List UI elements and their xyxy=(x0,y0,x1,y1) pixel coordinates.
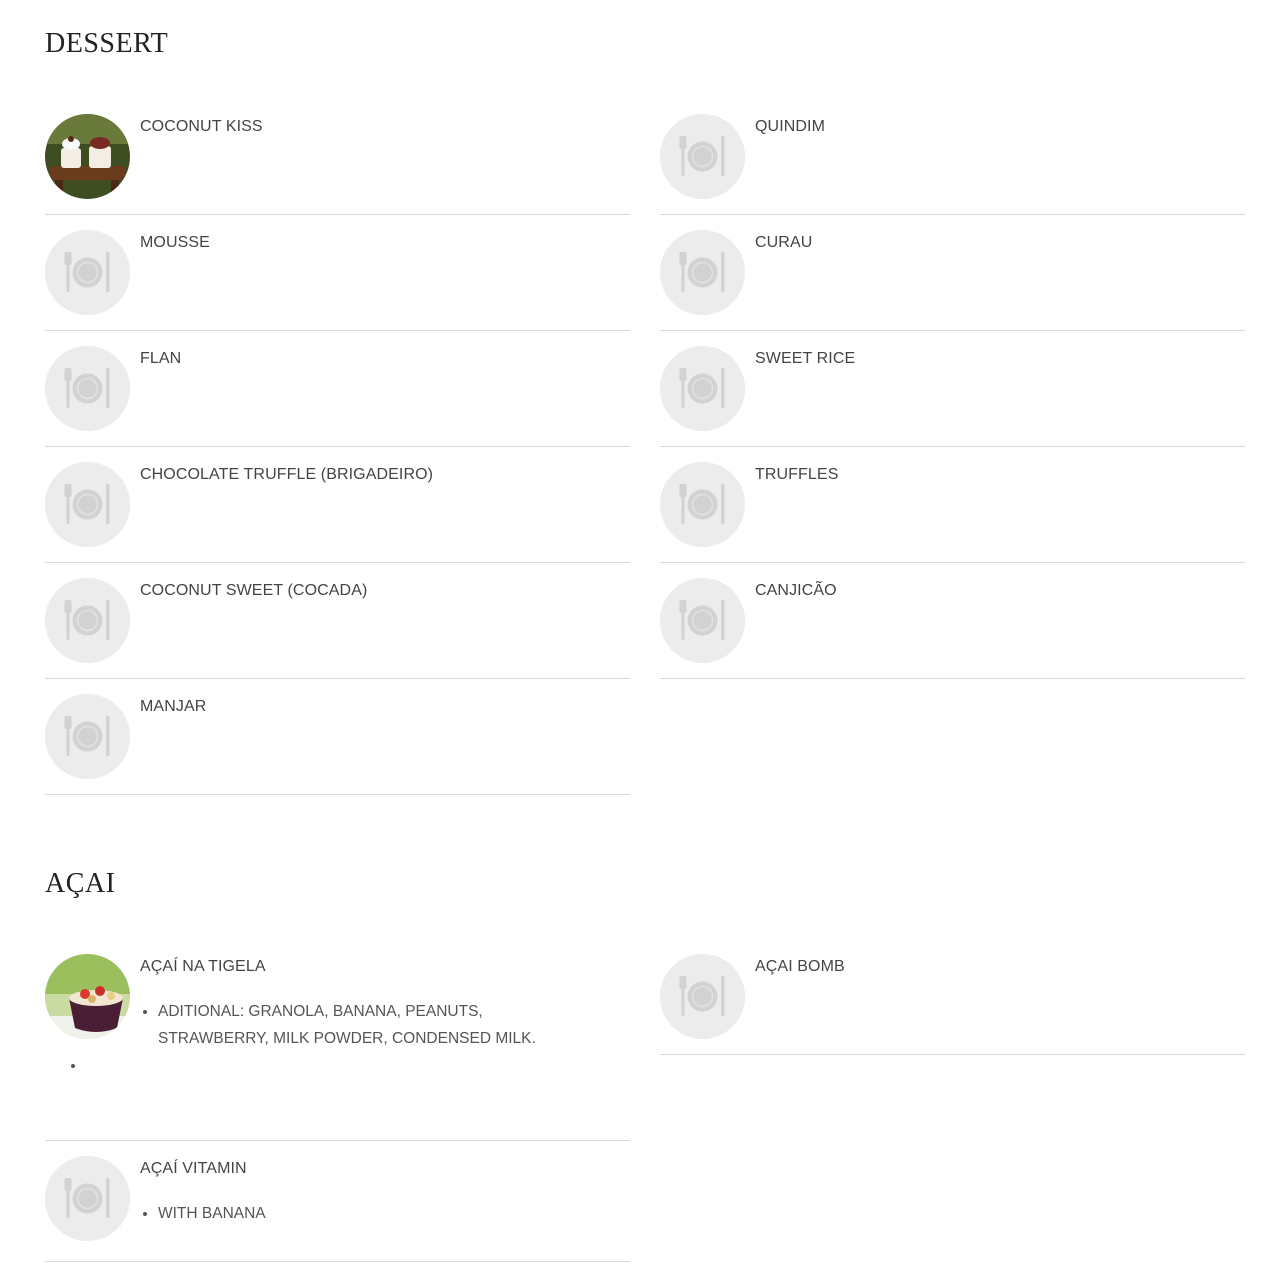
menu-item-manjar[interactable]: MANJAR xyxy=(45,694,630,795)
menu-item-flan[interactable]: FLAN xyxy=(45,346,630,447)
plate-fork-knife-icon xyxy=(660,578,745,663)
menu-item-name: CANJICÃO xyxy=(755,582,837,599)
menu-item-description: ADITIONAL: GRANOLA, BANANA, PEANUTS, STR… xyxy=(103,998,588,1079)
plate-fork-knife-icon xyxy=(660,114,745,199)
section-title-acai: AÇAI xyxy=(45,868,116,899)
coconut-kiss-photo xyxy=(45,114,130,199)
menu-item-mousse[interactable]: MOUSSE xyxy=(45,230,630,331)
menu-item-name: TRUFFLES xyxy=(755,466,839,483)
plate-fork-knife-icon xyxy=(45,578,130,663)
menu-item-chocolate-truffle[interactable]: CHOCOLATE TRUFFLE (BRIGADEIRO) xyxy=(45,462,630,563)
menu-item-acai-bomb[interactable]: AÇAI BOMB xyxy=(660,954,1245,1055)
menu-item-quindim[interactable]: QUINDIM xyxy=(660,114,1245,215)
menu-item-name: FLAN xyxy=(140,350,182,367)
menu-item-name: AÇAI BOMB xyxy=(755,958,845,975)
menu-item-truffles[interactable]: TRUFFLES xyxy=(660,462,1245,563)
menu-item-coconut-sweet[interactable]: COCONUT SWEET (COCADA) xyxy=(45,578,630,679)
menu-item-acai-vitamin[interactable]: AÇAÍ VITAMIN WITH BANANA xyxy=(45,1156,630,1262)
description-line: WITH BANANA xyxy=(158,1200,588,1227)
menu-item-name: MOUSSE xyxy=(140,234,210,251)
plate-fork-knife-icon xyxy=(660,954,745,1039)
menu-item-name: COCONUT KISS xyxy=(140,118,263,135)
section-title-dessert: DESSERT xyxy=(45,28,169,59)
menu-item-name: AÇAÍ NA TIGELA xyxy=(140,958,266,975)
description-line: ADITIONAL: GRANOLA, BANANA, PEANUTS, STR… xyxy=(158,998,588,1052)
menu-item-name: CURAU xyxy=(755,234,813,251)
menu-item-name: AÇAÍ VITAMIN xyxy=(140,1160,247,1177)
menu-item-name: QUINDIM xyxy=(755,118,826,135)
plate-fork-knife-icon xyxy=(45,1156,130,1241)
plate-fork-knife-icon xyxy=(45,230,130,315)
plate-fork-knife-icon xyxy=(660,462,745,547)
menu-item-name: MANJAR xyxy=(140,698,207,715)
menu-item-name: COCONUT SWEET (COCADA) xyxy=(140,582,368,599)
menu-item-name: CHOCOLATE TRUFFLE (BRIGADEIRO) xyxy=(140,466,434,483)
plate-fork-knife-icon xyxy=(45,346,130,431)
menu-item-canjicao[interactable]: CANJICÃO xyxy=(660,578,1245,679)
plate-fork-knife-icon xyxy=(660,346,745,431)
plate-fork-knife-icon xyxy=(660,230,745,315)
menu-item-coconut-kiss[interactable]: COCONUT KISS xyxy=(45,114,630,215)
plate-fork-knife-icon xyxy=(45,462,130,547)
description-line xyxy=(86,1052,588,1079)
plate-fork-knife-icon xyxy=(45,694,130,779)
menu-item-curau[interactable]: CURAU xyxy=(660,230,1245,331)
menu-item-acai-na-tigela[interactable]: AÇAÍ NA TIGELA ADITIONAL: GRANOLA, BANAN… xyxy=(45,954,630,1141)
menu-item-sweet-rice[interactable]: SWEET RICE xyxy=(660,346,1245,447)
menu-item-description: WITH BANANA xyxy=(103,1200,588,1227)
menu-item-name: SWEET RICE xyxy=(755,350,856,367)
